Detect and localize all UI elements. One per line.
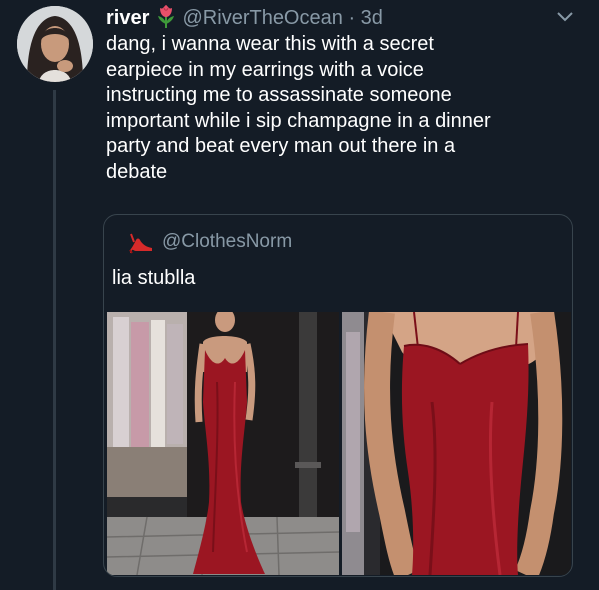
chevron-down-icon[interactable] (554, 8, 576, 26)
rose-icon (155, 4, 177, 28)
quoted-tweet[interactable]: @ClothesNorm lia stublla (103, 214, 573, 577)
quote-handle[interactable]: @ClothesNorm (162, 229, 292, 255)
timestamp[interactable]: 3d (361, 7, 383, 29)
separator-dot: · (348, 7, 356, 29)
avatar[interactable] (17, 6, 93, 82)
display-name[interactable]: river (106, 7, 149, 29)
tweet-text-line: party and beat every man out there in a (106, 135, 456, 157)
high-heel-icon (128, 230, 154, 254)
thread-line (53, 90, 56, 590)
tweet-header: river @RiverTheOcean · 3d (106, 4, 559, 32)
dress-photo-full[interactable] (107, 312, 339, 575)
quote-text: lia stublla (112, 267, 196, 289)
tweet-text-line: important while i sip champagne in a din… (106, 109, 491, 132)
tweet-text-line: dang, i wanna wear this with a secret (106, 33, 434, 55)
user-handle[interactable]: @RiverTheOcean (183, 7, 343, 29)
tweet-text: dang, i wanna wear this with a secret ea… (106, 32, 576, 185)
quote-header: @ClothesNorm (128, 229, 292, 255)
avatar-photo (17, 6, 93, 82)
tweet-text-line: debate (106, 160, 168, 183)
tweet-text-line: earpiece in my earrings with a voice (106, 58, 424, 81)
dress-photo-closeup[interactable] (342, 312, 571, 575)
tweet-text-line: instructing me to assassinate someone (106, 84, 452, 106)
